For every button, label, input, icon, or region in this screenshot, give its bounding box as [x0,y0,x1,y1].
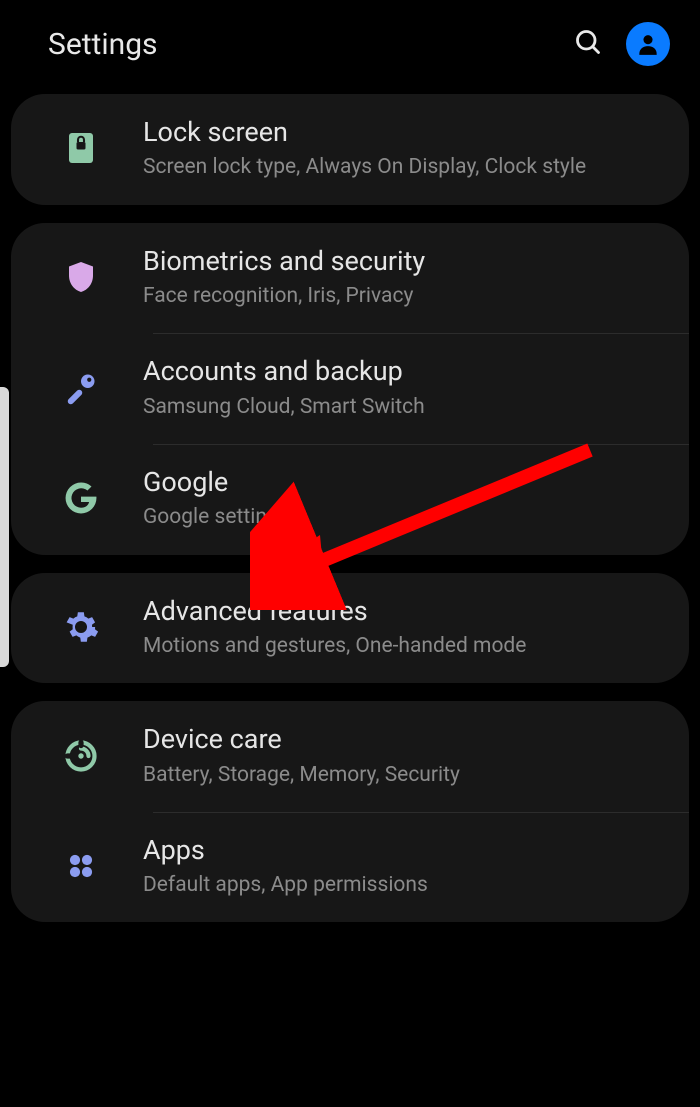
item-subtitle: Screen lock type, Always On Display, Clo… [143,154,586,180]
item-subtitle: Motions and gestures, One-handed mode [143,633,526,659]
item-title: Accounts and backup [143,355,425,387]
header: Settings [0,0,700,94]
item-title: Apps [143,834,428,866]
lock-screen-item[interactable]: Lock screen Screen lock type, Always On … [11,94,689,205]
item-subtitle: Default apps, App permissions [143,872,428,898]
biometrics-item[interactable]: Biometrics and security Face recognition… [11,223,689,334]
settings-group: Biometrics and security Face recognition… [11,223,689,555]
page-title: Settings [48,27,158,62]
google-icon [51,468,111,528]
lock-icon [51,118,111,178]
item-title: Device care [143,723,460,755]
item-subtitle: Battery, Storage, Memory, Security [143,762,460,788]
key-icon [51,358,111,418]
settings-group: Advanced features Motions and gestures, … [11,573,689,684]
settings-group: Lock screen Screen lock type, Always On … [11,94,689,205]
item-subtitle: Face recognition, Iris, Privacy [143,283,425,309]
apps-icon [51,836,111,896]
shield-icon [51,247,111,307]
item-title: Biometrics and security [143,245,425,277]
settings-group: Device care Battery, Storage, Memory, Se… [11,701,689,922]
device-care-icon [51,726,111,786]
item-title: Lock screen [143,116,586,148]
search-button[interactable] [574,28,602,60]
apps-item[interactable]: Apps Default apps, App permissions [11,812,689,923]
item-subtitle: Google settings [143,504,290,530]
item-title: Google [143,466,290,498]
header-actions [574,22,670,66]
settings-list: Lock screen Screen lock type, Always On … [0,94,700,922]
item-title: Advanced features [143,595,526,627]
device-care-item[interactable]: Device care Battery, Storage, Memory, Se… [11,701,689,812]
advanced-features-item[interactable]: Advanced features Motions and gestures, … [11,573,689,684]
account-avatar[interactable] [626,22,670,66]
accounts-backup-item[interactable]: Accounts and backup Samsung Cloud, Smart… [11,333,689,444]
search-icon [574,28,602,56]
person-icon [635,31,661,57]
item-subtitle: Samsung Cloud, Smart Switch [143,394,425,420]
google-item[interactable]: Google Google settings [11,444,689,555]
gear-plus-icon [51,597,111,657]
scroll-handle[interactable] [0,387,9,667]
